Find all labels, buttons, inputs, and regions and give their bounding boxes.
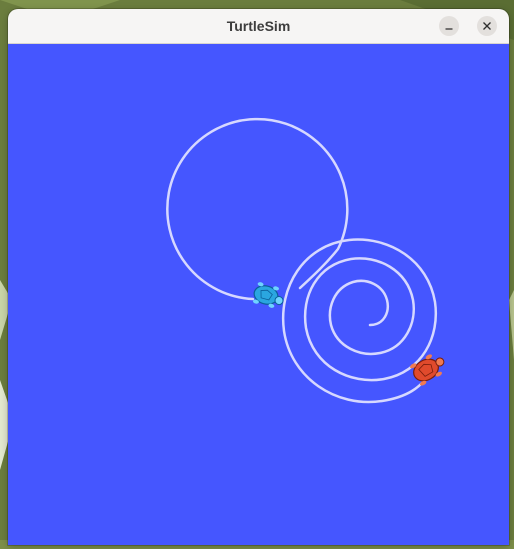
red-turtle-trail bbox=[281, 238, 438, 404]
window-title: TurtleSim bbox=[226, 18, 291, 34]
blue-turtle-trail bbox=[166, 117, 349, 301]
title-bar[interactable]: TurtleSim bbox=[8, 9, 509, 44]
turtlesim-window: TurtleSim bbox=[8, 9, 509, 545]
turtle-blue-icon bbox=[252, 282, 284, 308]
turtle-drawing bbox=[166, 117, 445, 404]
close-icon bbox=[477, 16, 497, 36]
minimize-button[interactable] bbox=[439, 16, 459, 36]
turtle-canvas bbox=[8, 44, 509, 545]
close-button[interactable] bbox=[477, 16, 497, 36]
minimize-icon bbox=[439, 16, 459, 36]
turtle-red-icon bbox=[410, 354, 445, 386]
